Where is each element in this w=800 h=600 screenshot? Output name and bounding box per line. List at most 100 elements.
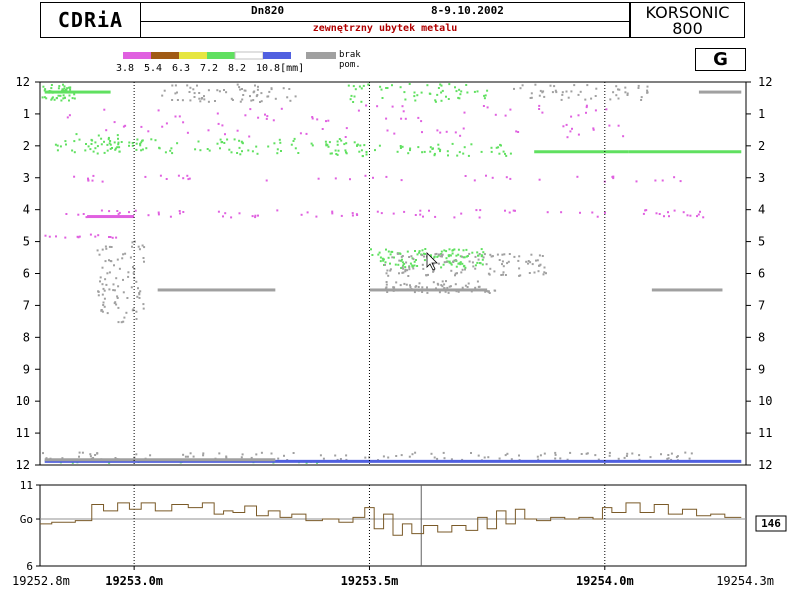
defect-dot <box>549 84 552 87</box>
defect-dot <box>50 98 53 101</box>
defect-dot <box>392 286 395 289</box>
defect-dot <box>498 152 501 155</box>
defect-dot <box>114 301 117 304</box>
defect-dot <box>254 216 257 219</box>
defect-dot <box>365 153 368 156</box>
defect-dot <box>345 152 348 155</box>
defect-dot <box>288 88 291 90</box>
defect-dot <box>580 453 583 455</box>
defect-dot <box>481 263 484 266</box>
defect-dot <box>100 209 103 212</box>
defect-dot <box>605 108 608 111</box>
defect-dot <box>55 235 57 238</box>
defect-dot <box>467 282 470 285</box>
defect-dot <box>62 94 65 97</box>
defect-dot <box>498 457 501 460</box>
defect-dot <box>396 252 399 255</box>
defect-dot <box>89 148 92 151</box>
legend-swatch <box>151 52 179 59</box>
defect-dot <box>702 216 705 219</box>
defect-dot <box>442 451 445 454</box>
value-box-label: 146 <box>761 517 781 530</box>
defect-dot <box>499 143 502 146</box>
defect-dot <box>257 116 260 119</box>
defect-dot <box>474 264 477 267</box>
y-tick-label-left: 10 <box>16 394 30 408</box>
defect-dot <box>113 289 116 292</box>
defect-dot <box>279 141 282 144</box>
y-tick-label-left: 3 <box>23 171 30 185</box>
x-tick-label: 19252.8m <box>12 574 70 588</box>
defect-dot <box>62 83 64 86</box>
defect-dot <box>470 452 472 454</box>
defect-dot <box>139 290 142 293</box>
defect-dot <box>125 311 128 314</box>
defect-dot <box>485 174 487 177</box>
defect-dot <box>138 248 141 251</box>
defect-dot <box>637 84 640 87</box>
defect-dot <box>465 84 468 86</box>
defect-dot <box>149 454 152 457</box>
defect-dot <box>414 451 417 454</box>
defect-dot <box>569 451 572 454</box>
defect-dot <box>517 131 520 133</box>
defect-dot <box>428 209 430 212</box>
defect-dot <box>455 254 458 257</box>
defect-dot <box>91 179 94 182</box>
defect-dot <box>87 177 89 180</box>
defect-dot <box>403 282 406 285</box>
defect-dot <box>321 128 324 130</box>
defect-dot <box>400 179 403 182</box>
defect-dot <box>63 85 66 88</box>
defect-dot <box>297 152 300 154</box>
defect-dot <box>437 262 440 265</box>
defect-dot <box>478 216 481 219</box>
defect-dot <box>403 210 406 213</box>
defect-dot <box>137 287 139 290</box>
defect-dot <box>372 176 374 179</box>
defect-dot <box>577 133 580 136</box>
defect-dot <box>164 151 167 154</box>
defect-dot <box>565 123 568 126</box>
defect-dot <box>385 272 388 275</box>
defect-dot <box>646 89 649 92</box>
defect-dot <box>252 99 255 102</box>
defect-dot <box>404 117 407 120</box>
defect-dot <box>59 94 62 97</box>
defect-dot <box>474 255 477 258</box>
defect-dot <box>360 149 363 152</box>
defect-dot <box>450 269 453 272</box>
defect-dot <box>422 215 424 218</box>
defect-dot <box>104 260 107 263</box>
defect-dot <box>122 278 124 281</box>
defect-dot <box>617 457 620 460</box>
defect-dot <box>569 130 572 133</box>
defect-dot <box>567 96 570 99</box>
defect-dot <box>57 94 60 97</box>
defect-dot <box>310 142 313 145</box>
defect-dot <box>478 253 481 255</box>
defect-dot <box>165 178 168 180</box>
defect-dot <box>257 214 259 217</box>
defect-dot <box>470 143 473 146</box>
defect-dot <box>97 294 100 297</box>
defect-dot <box>416 265 419 267</box>
defect-dot <box>97 234 100 237</box>
defect-dot <box>663 215 665 218</box>
defect-dot <box>446 150 449 153</box>
x-tick-label: 19254.3m <box>716 574 774 588</box>
defect-dot <box>660 453 662 456</box>
defect-dot <box>265 117 268 120</box>
defect-dot <box>251 215 254 218</box>
defect-dot <box>426 291 429 294</box>
defect-dot <box>135 310 138 313</box>
defect-dot <box>417 116 420 119</box>
defect-dot <box>186 455 189 458</box>
defect-dot <box>118 146 121 149</box>
defect-dot <box>188 91 191 93</box>
defect-dot <box>482 105 485 107</box>
defect-dot <box>467 154 470 157</box>
defect-dot <box>460 212 463 215</box>
defect-dot <box>476 251 479 254</box>
defect-dot <box>454 283 457 286</box>
